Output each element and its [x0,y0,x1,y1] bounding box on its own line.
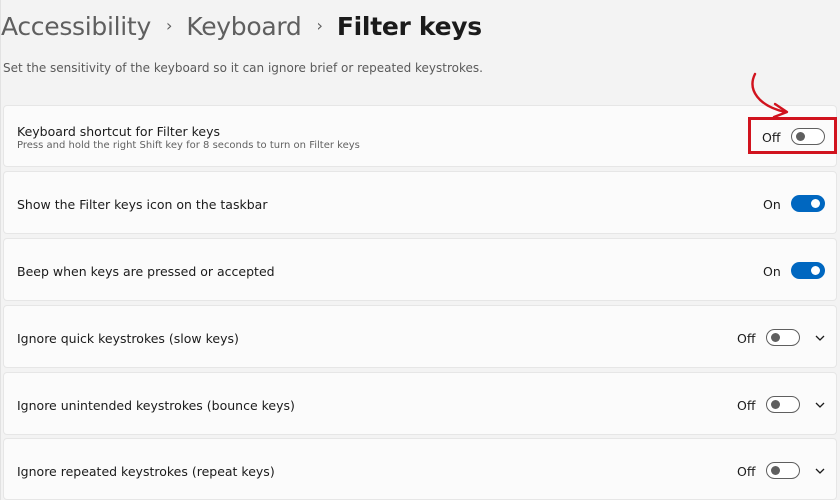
beep-toggle[interactable] [791,262,825,279]
toggle-knob [771,333,780,342]
setting-title: Show the Filter keys icon on the taskbar [17,197,268,212]
toggle-knob [771,466,780,475]
chevron-down-icon[interactable] [813,464,827,478]
toggle-state-label: On [763,197,781,212]
toggle-knob [771,400,780,409]
setting-title: Keyboard shortcut for Filter keys [17,124,221,139]
setting-card-taskbar-icon: Show the Filter keys icon on the taskbar… [3,171,837,234]
page-title: Filter keys [336,11,482,41]
toggle-state-label: On [763,264,781,279]
setting-title: Beep when keys are pressed or accepted [17,264,275,279]
bounce-keys-toggle[interactable] [766,396,800,413]
setting-title: Ignore quick keystrokes (slow keys) [17,331,239,346]
chevron-right-icon: › [165,15,173,35]
chevron-down-icon[interactable] [813,331,827,345]
setting-card-repeat-keys[interactable]: Ignore repeated keystrokes (repeat keys)… [3,438,837,500]
highlight-box [748,117,837,154]
chevron-right-icon: › [316,15,323,35]
page-description: Set the sensitivity of the keyboard so i… [3,61,483,75]
chevron-down-icon[interactable] [813,398,827,412]
slow-keys-toggle[interactable] [766,329,800,346]
toggle-knob [811,266,820,275]
setting-card-filter-keys-shortcut: Keyboard shortcut for Filter keys Press … [3,105,837,167]
setting-title: Ignore repeated keystrokes (repeat keys) [17,464,275,479]
setting-title: Ignore unintended keystrokes (bounce key… [17,398,295,413]
curved-arrow-icon [751,72,789,119]
setting-card-bounce-keys[interactable]: Ignore unintended keystrokes (bounce key… [3,372,837,435]
setting-subtitle: Press and hold the right Shift key for 8… [17,140,360,151]
setting-card-slow-keys[interactable]: Ignore quick keystrokes (slow keys) Off [3,305,837,368]
filter-keys-settings-page: Accessibility › Keyboard › Filter keys S… [0,0,840,500]
toggle-knob [811,199,820,208]
breadcrumb-accessibility[interactable]: Accessibility [1,12,151,41]
setting-card-beep: Beep when keys are pressed or accepted O… [3,238,837,301]
toggle-state-label: Off [737,398,756,413]
breadcrumb-keyboard[interactable]: Keyboard [186,12,301,41]
breadcrumb: Accessibility › Keyboard › Filter keys [1,8,482,44]
toggle-state-label: Off [737,464,756,479]
repeat-keys-toggle[interactable] [766,462,800,479]
taskbar-icon-toggle[interactable] [791,195,825,212]
toggle-state-label: Off [737,331,756,346]
